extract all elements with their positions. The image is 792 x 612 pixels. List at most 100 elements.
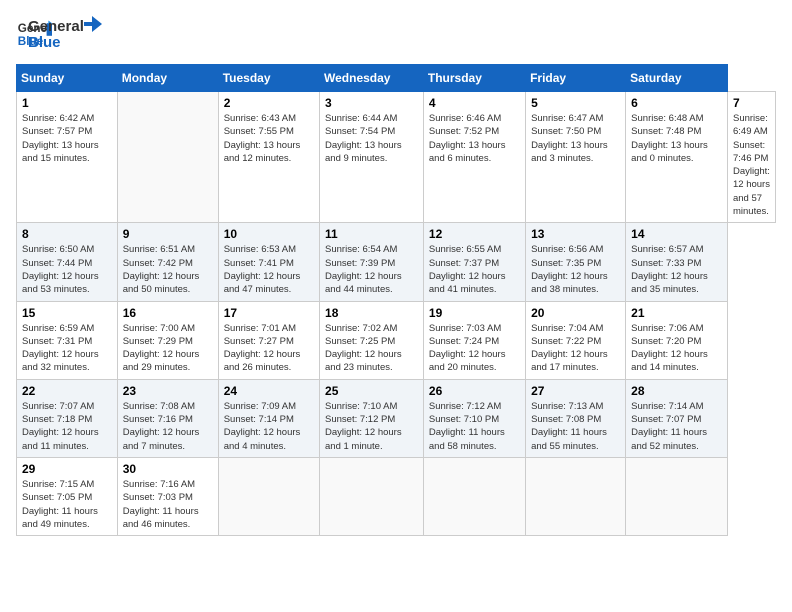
calendar-cell: 30 Sunrise: 7:16 AM Sunset: 7:03 PM Dayl… [117, 457, 218, 535]
calendar-cell [626, 457, 728, 535]
calendar-cell: 9 Sunrise: 6:51 AM Sunset: 7:42 PM Dayli… [117, 223, 218, 301]
day-number: 11 [325, 227, 418, 241]
calendar-cell [218, 457, 319, 535]
page-header: General Blue General Blue [16, 16, 776, 52]
calendar-cell: 11 Sunrise: 6:54 AM Sunset: 7:39 PM Dayl… [320, 223, 424, 301]
day-info: Sunrise: 7:16 AM Sunset: 7:03 PM Dayligh… [123, 478, 213, 531]
day-number: 5 [531, 96, 620, 110]
col-saturday: Saturday [626, 65, 728, 92]
logo-general: General [28, 19, 84, 36]
calendar-cell: 3 Sunrise: 6:44 AM Sunset: 7:54 PM Dayli… [320, 92, 424, 223]
day-number: 20 [531, 306, 620, 320]
day-number: 21 [631, 306, 722, 320]
day-number: 24 [224, 384, 314, 398]
day-number: 23 [123, 384, 213, 398]
day-number: 16 [123, 306, 213, 320]
day-number: 10 [224, 227, 314, 241]
day-info: Sunrise: 7:12 AM Sunset: 7:10 PM Dayligh… [429, 400, 520, 453]
col-monday: Monday [117, 65, 218, 92]
calendar-row: 8 Sunrise: 6:50 AM Sunset: 7:44 PM Dayli… [17, 223, 776, 301]
day-info: Sunrise: 7:07 AM Sunset: 7:18 PM Dayligh… [22, 400, 112, 453]
calendar-cell: 23 Sunrise: 7:08 AM Sunset: 7:16 PM Dayl… [117, 379, 218, 457]
calendar-row: 29 Sunrise: 7:15 AM Sunset: 7:05 PM Dayl… [17, 457, 776, 535]
calendar-cell: 24 Sunrise: 7:09 AM Sunset: 7:14 PM Dayl… [218, 379, 319, 457]
day-number: 18 [325, 306, 418, 320]
day-number: 19 [429, 306, 520, 320]
day-info: Sunrise: 6:51 AM Sunset: 7:42 PM Dayligh… [123, 243, 213, 296]
day-number: 13 [531, 227, 620, 241]
calendar-cell: 5 Sunrise: 6:47 AM Sunset: 7:50 PM Dayli… [526, 92, 626, 223]
col-friday: Friday [526, 65, 626, 92]
day-number: 2 [224, 96, 314, 110]
calendar-cell: 10 Sunrise: 6:53 AM Sunset: 7:41 PM Dayl… [218, 223, 319, 301]
day-info: Sunrise: 6:50 AM Sunset: 7:44 PM Dayligh… [22, 243, 112, 296]
day-info: Sunrise: 7:06 AM Sunset: 7:20 PM Dayligh… [631, 322, 722, 375]
calendar-cell: 28 Sunrise: 7:14 AM Sunset: 7:07 PM Dayl… [626, 379, 728, 457]
day-number: 22 [22, 384, 112, 398]
calendar-cell: 13 Sunrise: 6:56 AM Sunset: 7:35 PM Dayl… [526, 223, 626, 301]
day-number: 7 [733, 96, 770, 110]
day-info: Sunrise: 7:04 AM Sunset: 7:22 PM Dayligh… [531, 322, 620, 375]
calendar-cell: 14 Sunrise: 6:57 AM Sunset: 7:33 PM Dayl… [626, 223, 728, 301]
day-info: Sunrise: 6:42 AM Sunset: 7:57 PM Dayligh… [22, 112, 112, 165]
calendar-cell [423, 457, 525, 535]
day-info: Sunrise: 6:55 AM Sunset: 7:37 PM Dayligh… [429, 243, 520, 296]
day-number: 8 [22, 227, 112, 241]
day-info: Sunrise: 7:00 AM Sunset: 7:29 PM Dayligh… [123, 322, 213, 375]
col-tuesday: Tuesday [218, 65, 319, 92]
day-number: 25 [325, 384, 418, 398]
calendar-row: 15 Sunrise: 6:59 AM Sunset: 7:31 PM Dayl… [17, 301, 776, 379]
calendar-cell: 4 Sunrise: 6:46 AM Sunset: 7:52 PM Dayli… [423, 92, 525, 223]
day-info: Sunrise: 6:56 AM Sunset: 7:35 PM Dayligh… [531, 243, 620, 296]
calendar-cell: 20 Sunrise: 7:04 AM Sunset: 7:22 PM Dayl… [526, 301, 626, 379]
day-info: Sunrise: 7:03 AM Sunset: 7:24 PM Dayligh… [429, 322, 520, 375]
day-info: Sunrise: 7:09 AM Sunset: 7:14 PM Dayligh… [224, 400, 314, 453]
calendar-cell: 7 Sunrise: 6:49 AM Sunset: 7:46 PM Dayli… [727, 92, 775, 223]
calendar-cell: 18 Sunrise: 7:02 AM Sunset: 7:25 PM Dayl… [320, 301, 424, 379]
day-info: Sunrise: 6:57 AM Sunset: 7:33 PM Dayligh… [631, 243, 722, 296]
calendar-row: 22 Sunrise: 7:07 AM Sunset: 7:18 PM Dayl… [17, 379, 776, 457]
day-info: Sunrise: 6:49 AM Sunset: 7:46 PM Dayligh… [733, 112, 770, 218]
day-info: Sunrise: 6:44 AM Sunset: 7:54 PM Dayligh… [325, 112, 418, 165]
calendar-cell: 29 Sunrise: 7:15 AM Sunset: 7:05 PM Dayl… [17, 457, 118, 535]
calendar-cell: 19 Sunrise: 7:03 AM Sunset: 7:24 PM Dayl… [423, 301, 525, 379]
calendar-cell: 6 Sunrise: 6:48 AM Sunset: 7:48 PM Dayli… [626, 92, 728, 223]
day-number: 15 [22, 306, 112, 320]
day-info: Sunrise: 6:43 AM Sunset: 7:55 PM Dayligh… [224, 112, 314, 165]
day-number: 3 [325, 96, 418, 110]
day-info: Sunrise: 7:08 AM Sunset: 7:16 PM Dayligh… [123, 400, 213, 453]
calendar-cell: 22 Sunrise: 7:07 AM Sunset: 7:18 PM Dayl… [17, 379, 118, 457]
day-number: 1 [22, 96, 112, 110]
calendar-cell: 1 Sunrise: 6:42 AM Sunset: 7:57 PM Dayli… [17, 92, 118, 223]
day-number: 12 [429, 227, 520, 241]
day-number: 14 [631, 227, 722, 241]
day-info: Sunrise: 7:10 AM Sunset: 7:12 PM Dayligh… [325, 400, 418, 453]
calendar-cell: 2 Sunrise: 6:43 AM Sunset: 7:55 PM Dayli… [218, 92, 319, 223]
calendar-cell: 12 Sunrise: 6:55 AM Sunset: 7:37 PM Dayl… [423, 223, 525, 301]
day-number: 26 [429, 384, 520, 398]
calendar-cell: 26 Sunrise: 7:12 AM Sunset: 7:10 PM Dayl… [423, 379, 525, 457]
calendar-cell [320, 457, 424, 535]
day-number: 9 [123, 227, 213, 241]
day-info: Sunrise: 6:46 AM Sunset: 7:52 PM Dayligh… [429, 112, 520, 165]
calendar-cell: 25 Sunrise: 7:10 AM Sunset: 7:12 PM Dayl… [320, 379, 424, 457]
logo-blue: Blue [28, 35, 84, 52]
day-info: Sunrise: 7:14 AM Sunset: 7:07 PM Dayligh… [631, 400, 722, 453]
day-info: Sunrise: 6:48 AM Sunset: 7:48 PM Dayligh… [631, 112, 722, 165]
day-info: Sunrise: 6:53 AM Sunset: 7:41 PM Dayligh… [224, 243, 314, 296]
logo: General Blue General Blue [16, 16, 104, 52]
calendar-row: 1 Sunrise: 6:42 AM Sunset: 7:57 PM Dayli… [17, 92, 776, 223]
day-number: 29 [22, 462, 112, 476]
calendar-cell: 21 Sunrise: 7:06 AM Sunset: 7:20 PM Dayl… [626, 301, 728, 379]
day-info: Sunrise: 6:54 AM Sunset: 7:39 PM Dayligh… [325, 243, 418, 296]
day-number: 27 [531, 384, 620, 398]
calendar-cell [526, 457, 626, 535]
calendar-table: Sunday Monday Tuesday Wednesday Thursday… [16, 64, 776, 536]
calendar-cell: 16 Sunrise: 7:00 AM Sunset: 7:29 PM Dayl… [117, 301, 218, 379]
col-wednesday: Wednesday [320, 65, 424, 92]
calendar-cell: 27 Sunrise: 7:13 AM Sunset: 7:08 PM Dayl… [526, 379, 626, 457]
calendar-cell: 15 Sunrise: 6:59 AM Sunset: 7:31 PM Dayl… [17, 301, 118, 379]
day-info: Sunrise: 7:01 AM Sunset: 7:27 PM Dayligh… [224, 322, 314, 375]
calendar-cell: 8 Sunrise: 6:50 AM Sunset: 7:44 PM Dayli… [17, 223, 118, 301]
day-info: Sunrise: 7:02 AM Sunset: 7:25 PM Dayligh… [325, 322, 418, 375]
